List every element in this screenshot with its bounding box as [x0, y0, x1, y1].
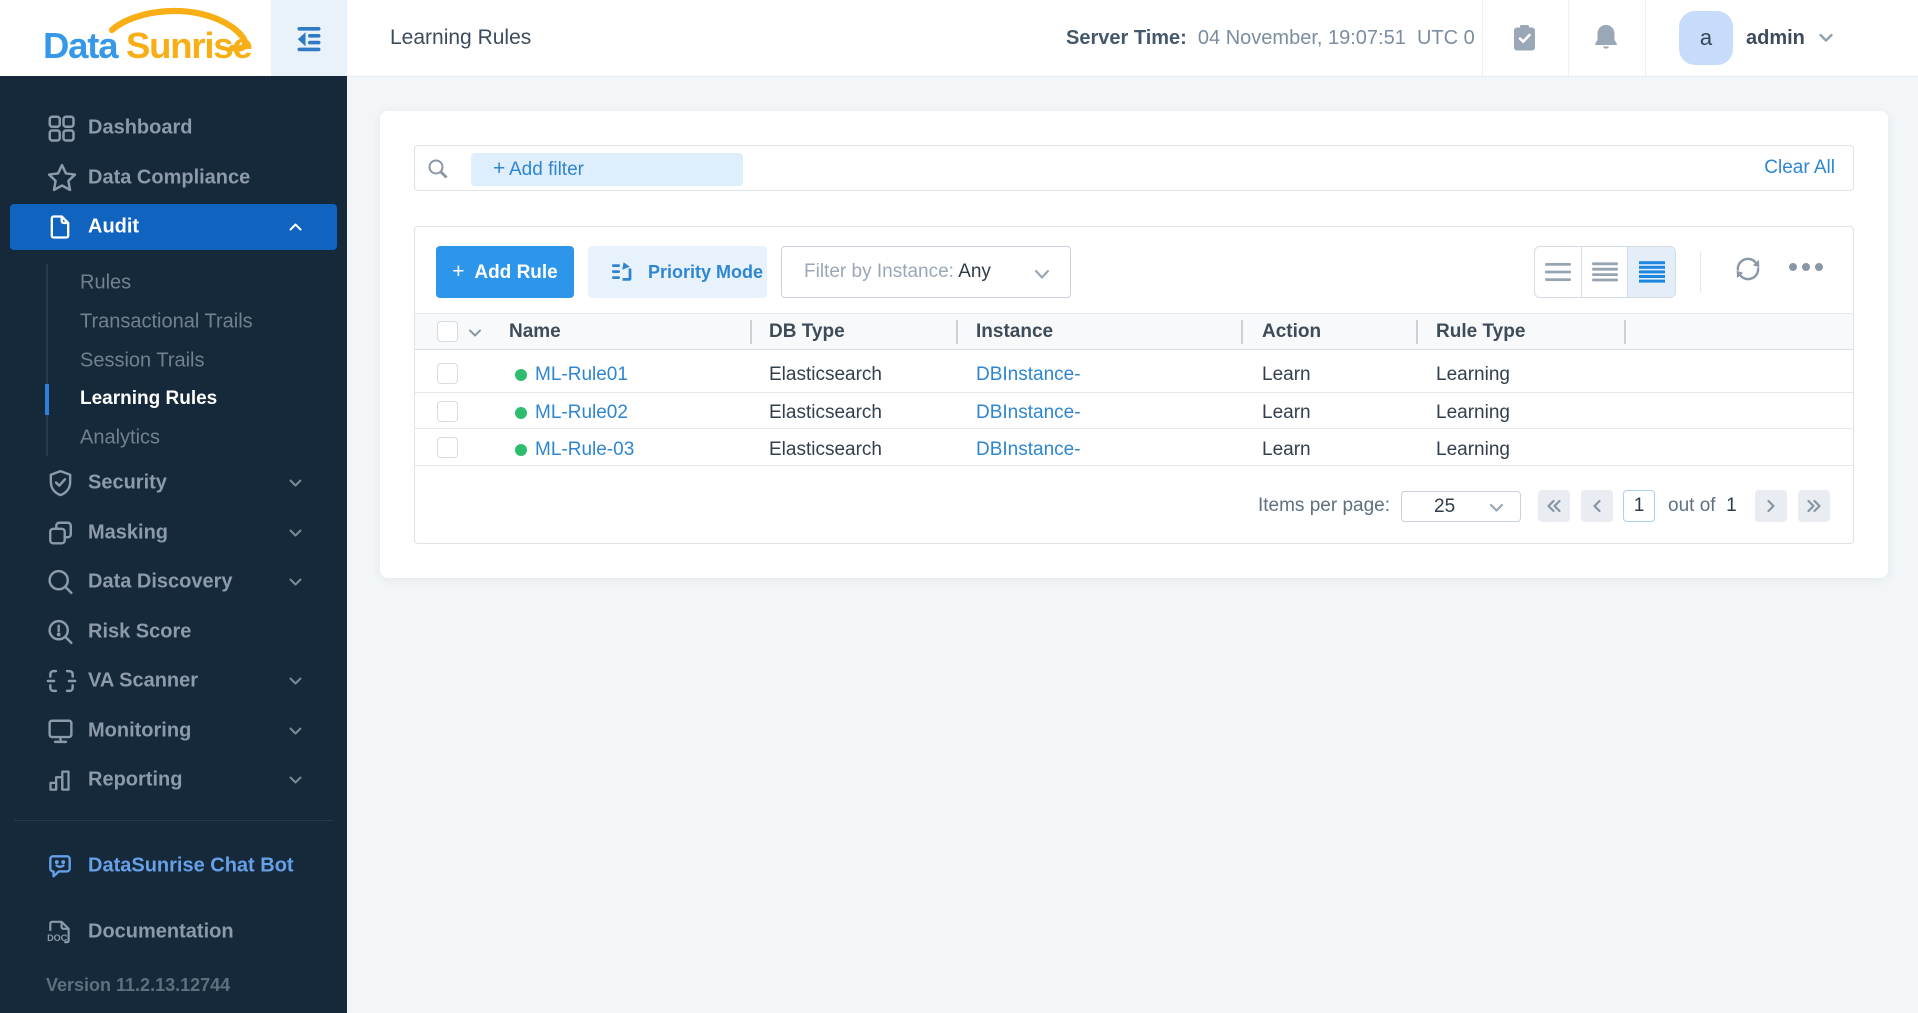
- svg-text:Sunrise: Sunrise: [126, 25, 252, 66]
- svg-text:DOC: DOC: [47, 933, 68, 943]
- svg-text:Data: Data: [43, 25, 119, 66]
